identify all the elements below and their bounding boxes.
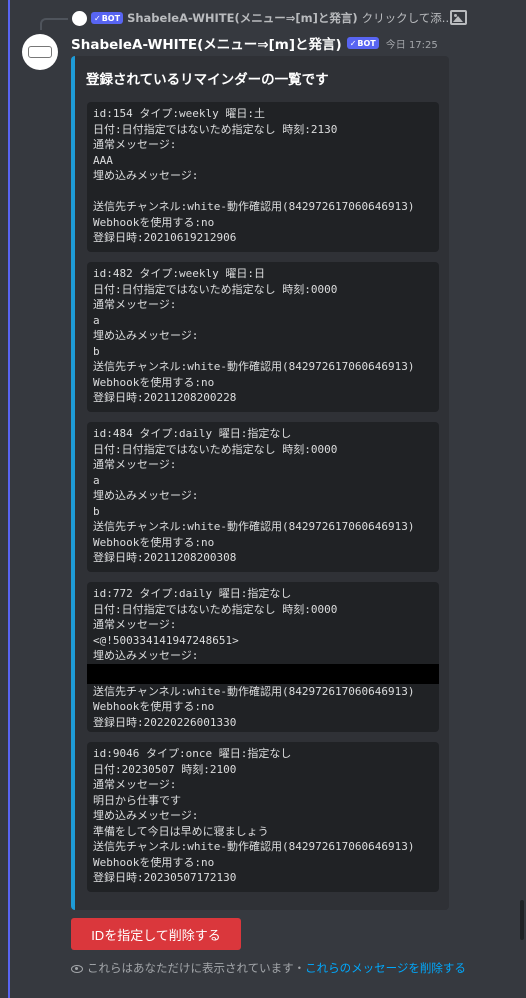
code-line: 送信先チャンネル:white-動作確認用(842972617060646913) [93,684,415,698]
bot-tag: ✓ BOT [346,37,379,49]
code-line: 埋め込みメッセージ: [93,329,199,342]
code-line: id:154 タイプ:weekly 曜日:土 [93,107,265,120]
code-line: 送信先チャンネル:white-動作確認用(842972617060646913) [93,360,415,373]
code-line: 登録日時:20220226001330 [93,715,237,729]
code-line: id:9046 タイプ:once 曜日:指定なし [93,747,292,760]
code-line: id:484 タイプ:daily 曜日:指定なし [93,427,292,440]
code-line: 日付:日付指定ではないため指定なし 時刻:0000 [93,442,338,456]
code-line: 日付:20230507 時刻:2100 [93,762,237,776]
code-line: 送信先チャンネル:white-動作確認用(842972617060646913) [93,520,415,533]
code-line: 通常メッセージ: [93,138,177,151]
code-line: Webhookを使用する:no [93,375,215,389]
reminder-code-block: id:9046 タイプ:once 曜日:指定なし 日付:20230507 時刻:2… [87,742,439,892]
code-line: id:482 タイプ:weekly 曜日:日 [93,267,265,280]
code-line: 登録日時:20210619212906 [93,231,237,244]
code-line: 通常メッセージ: [93,298,177,311]
avatar-logo [28,46,52,58]
code-line: Webhookを使用する:no [93,855,215,869]
code-line: a [93,313,100,327]
code-line: <@!500334141947248651> [93,633,239,647]
code-line: 送信先チャンネル:white-動作確認用(842972617060646913) [93,840,415,853]
code-line: 準備をして今日は早めに寝ましょう [93,824,269,838]
code-line: id:772 タイプ:daily 曜日:指定なし [93,587,292,600]
code-line: 埋め込みメッセージ: [93,169,199,182]
check-icon: ✓ [94,13,101,23]
embed-title: 登録されているリマインダーの一覧です [86,72,329,88]
highlight-bar [8,0,10,998]
check-icon: ✓ [349,38,357,48]
code-line: 日付:日付指定ではないため指定なし 時刻:0000 [93,282,338,296]
code-line: 通常メッセージ: [93,778,177,791]
reply-username[interactable]: ShabeleA-WHITE(メニュー⇒[m]と発言) [127,10,358,26]
code-line: b [93,504,100,518]
timestamp: 今日 17:25 [385,39,438,51]
username[interactable]: ShabeleA-WHITE(メニュー⇒[m]と発言) [71,33,342,53]
eye-icon [71,964,83,973]
code-line: 登録日時:20211208200228 [93,391,237,404]
code-line: 登録日時:20211208200308 [93,551,237,564]
chat-message-area: ✓ BOT ShabeleA-WHITE(メニュー⇒[m]と発言) クリックして… [0,0,526,998]
code-line: b [93,344,100,358]
reply-reference[interactable]: ✓ BOT ShabeleA-WHITE(メニュー⇒[m]と発言) クリックして… [72,9,452,27]
code-line: 埋め込みメッセージ: [93,809,199,822]
delete-by-id-button[interactable]: IDを指定して削除する [71,918,241,950]
reply-bot-tag: ✓ BOT [91,12,124,24]
scrollbar[interactable] [520,900,524,940]
message-header: ShabeleA-WHITE(メニュー⇒[m]と発言) ✓ BOT 今日 17:… [71,33,438,53]
reminder-code-block: id:484 タイプ:daily 曜日:指定なし日付:日付指定ではないため指定な… [87,422,439,572]
code-line: a [93,473,100,487]
code-line: Webhookを使用する:no [93,215,215,229]
avatar[interactable] [22,34,58,70]
reminder-code-block: id:154 タイプ:weekly 曜日:土日付:日付指定ではないため指定なし … [87,102,439,252]
reply-avatar [72,10,87,26]
reply-text[interactable]: クリックして添... [362,10,452,26]
code-line: Webhookを使用する:no [93,535,215,549]
code-line: 通常メッセージ: [93,618,177,631]
code-line: 埋め込みメッセージ: [93,649,199,662]
code-line: 送信先チャンネル:white-動作確認用(842972617060646913) [93,200,415,213]
code-line: 登録日時:20230507172130 [93,871,237,884]
code-line [87,663,439,684]
image-icon [450,10,467,25]
code-line: AAA [93,153,113,167]
reply-bot-label: BOT [101,13,121,23]
reminder-code-block: id:482 タイプ:weekly 曜日:日日付:日付指定ではないため指定なし … [87,262,439,412]
code-line: 日付:日付指定ではないため指定なし 時刻:0000 [93,602,338,616]
embed: 登録されているリマインダーの一覧です id:154 タイプ:weekly 曜日:… [71,56,449,910]
ephemeral-text: これらはあなただけに表示されています・ [87,961,306,975]
ephemeral-notice: これらはあなただけに表示されています・これらのメッセージを削除する [71,961,471,975]
code-line: Webhookを使用する:no [93,700,215,713]
reply-connector [40,18,68,30]
code-line: 日付:日付指定ではないため指定なし 時刻:2130 [93,122,338,136]
code-line: 明日から仕事です [93,793,181,807]
code-line: 通常メッセージ: [93,458,177,471]
reminder-code-block: id:772 タイプ:daily 曜日:指定なし日付:日付指定ではないため指定な… [87,582,439,732]
dismiss-messages-link[interactable]: これらのメッセージを削除する [305,961,466,975]
code-line: 埋め込みメッセージ: [93,489,199,502]
bot-label: BOT [357,38,376,48]
